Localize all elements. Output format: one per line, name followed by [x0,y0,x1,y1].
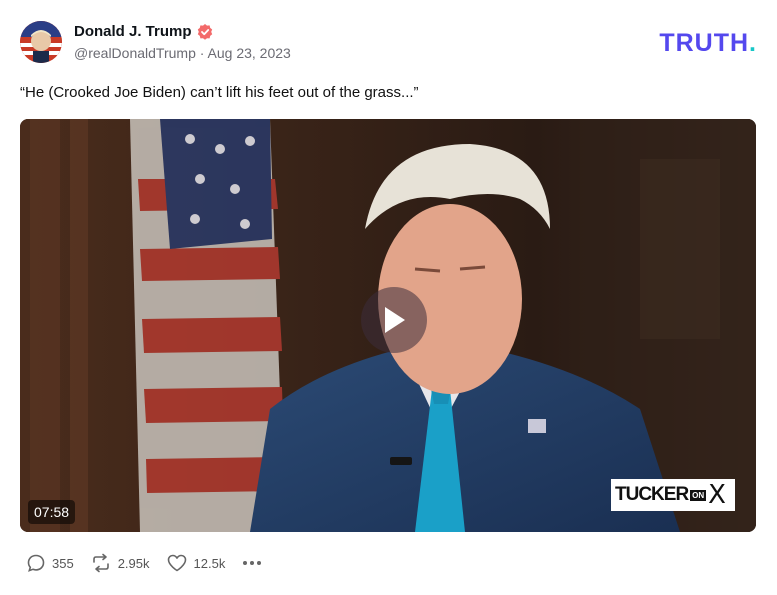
post-header: Donald J. Trump @realDonaldTrump · Aug 2… [20,20,757,66]
watermark-x: X [708,480,726,510]
reply-icon [27,554,45,572]
post-text: “He (Crooked Joe Biden) can’t lift his f… [20,84,419,101]
watermark-on: ON [690,489,707,501]
video-duration: 07:58 [28,500,76,524]
like-button[interactable]: 12.5k [166,553,226,573]
brand-main: TRUTH [659,29,750,57]
video-player[interactable]: 07:58 TUCKER ON X [20,119,756,532]
play-icon [385,307,405,333]
author-name[interactable]: Donald J. Trump [74,23,192,40]
play-button[interactable] [361,287,427,353]
handle-and-date[interactable]: @realDonaldTrump · Aug 23, 2023 [74,45,291,61]
like-icon [167,554,186,572]
retruth-count: 2.95k [117,555,150,571]
tucker-watermark: TUCKER ON X [611,479,735,511]
more-options-button[interactable] [241,553,263,573]
avatar[interactable] [20,21,62,63]
brand-dot: . [749,29,757,57]
reply-button[interactable]: 355 [26,553,74,573]
like-count: 12.5k [193,555,226,571]
retruth-button[interactable]: 2.95k [90,553,150,573]
truth-logo[interactable]: TRUTH. [659,29,757,58]
post-actions: 355 2.95k 12.5k [26,553,263,573]
watermark-text: TUCKER [615,484,689,505]
retruth-icon [92,553,109,573]
reply-count: 355 [52,555,74,571]
more-icon [243,561,262,565]
verified-icon [197,23,212,40]
